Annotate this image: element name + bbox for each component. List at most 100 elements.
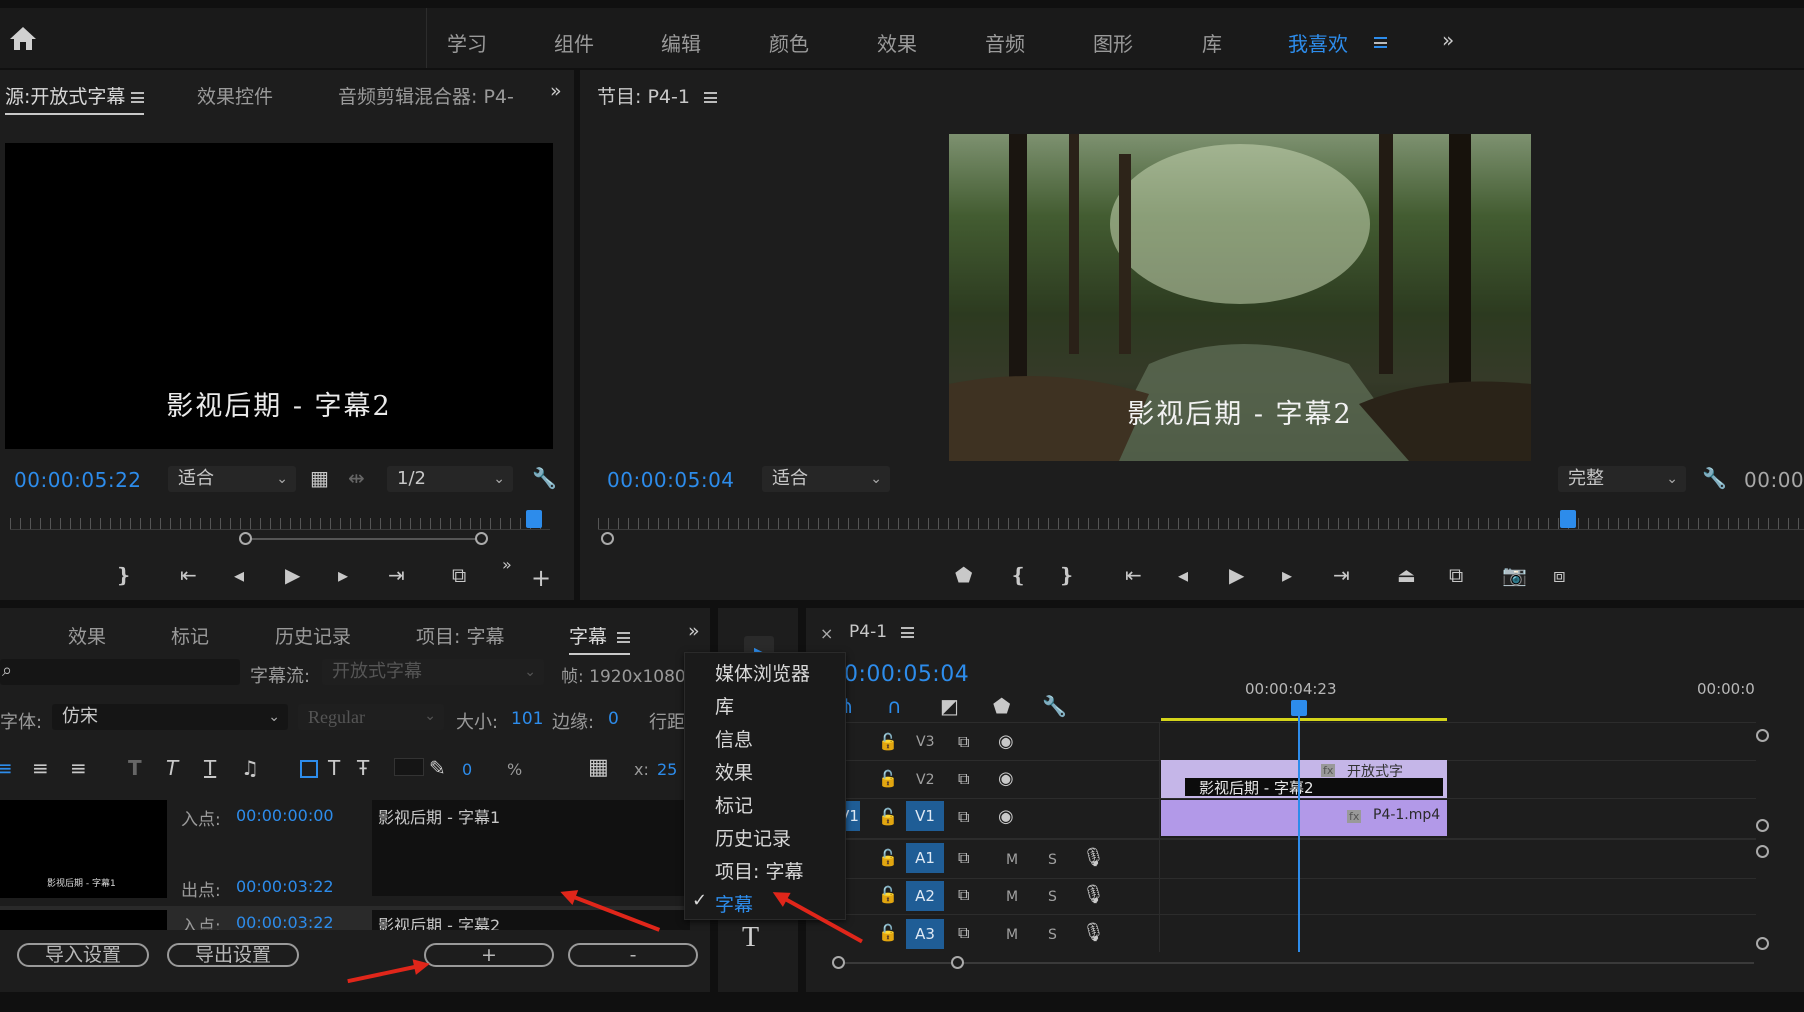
timeline-timecode[interactable]: 0:00:05:04 — [844, 662, 969, 687]
workspace-tab-color[interactable]: 颜色 — [769, 28, 809, 57]
timeline-playhead-head[interactable] — [1291, 700, 1307, 716]
background-color-swatch[interactable] — [300, 760, 318, 778]
add-caption-button[interactable]: + — [424, 943, 554, 967]
sync-lock-icon[interactable]: ⧉ — [958, 921, 969, 945]
step-back-icon[interactable]: ◂ — [1178, 563, 1188, 587]
workspace-tab-audio[interactable]: 音频 — [985, 28, 1025, 57]
add-marker-icon[interactable]: ⬟ — [993, 694, 1010, 718]
add-marker-icon[interactable]: ⬟ — [955, 563, 972, 587]
scroll-handle[interactable] — [951, 956, 964, 969]
workspace-tab-effects[interactable]: 效果 — [877, 28, 917, 57]
timeline-title[interactable]: P4-1 — [849, 622, 915, 642]
workspace-more-icon[interactable]: » — [1442, 28, 1454, 52]
mute-button[interactable]: M — [1006, 927, 1018, 943]
caption-in-time[interactable]: 00:00:03:22 — [236, 913, 334, 930]
eye-icon[interactable]: ◉ — [998, 805, 1014, 829]
lift-icon[interactable]: ⏏ — [1397, 563, 1416, 587]
source-zoom-select[interactable]: 适合 ⌄ — [168, 466, 296, 492]
program-time-ruler[interactable] — [598, 518, 1804, 530]
program-zoom-handle[interactable] — [601, 532, 614, 545]
menu-item-project[interactable]: 项目: 字幕 — [715, 857, 803, 884]
source-resolution-select[interactable]: 1/2 ⌄ — [387, 466, 513, 492]
tab-source[interactable]: 源:开放式字幕 — [5, 82, 145, 115]
menu-item-effects[interactable]: 效果 — [715, 758, 753, 785]
program-menu-icon[interactable] — [703, 92, 717, 103]
source-zoom-handle-left[interactable] — [239, 532, 252, 545]
timeline-menu-icon[interactable] — [901, 626, 915, 638]
source-time-ruler[interactable] — [10, 518, 550, 530]
wrench-icon[interactable]: 🔧 — [532, 466, 557, 490]
x-value[interactable]: 25 — [657, 760, 677, 779]
caption-out-time[interactable]: 00:00:03:22 — [236, 877, 334, 896]
track-label-v2[interactable]: V2 — [916, 772, 934, 788]
source-playhead[interactable] — [526, 510, 542, 528]
caption-in-time[interactable]: 00:00:00:00 — [236, 806, 334, 825]
camera-icon[interactable]: 📷 — [1502, 563, 1527, 587]
align-left-icon[interactable]: ≡ — [0, 756, 13, 780]
sync-lock-icon[interactable]: ⧉ — [958, 767, 969, 791]
home-icon[interactable] — [8, 24, 38, 52]
wrench-icon[interactable]: 🔧 — [1042, 694, 1067, 718]
eye-icon[interactable]: ◉ — [998, 767, 1014, 791]
extract-icon[interactable]: ⧉ — [1449, 563, 1463, 587]
lock-icon[interactable]: 🔓 — [878, 846, 898, 870]
workspace-tab-graphics[interactable]: 图形 — [1093, 28, 1133, 57]
close-icon[interactable]: × — [820, 624, 833, 643]
mark-in-icon[interactable]: ❴ — [1010, 563, 1027, 587]
video-clip[interactable]: fx P4-1.mp4 — [1161, 800, 1447, 836]
caption-text-field[interactable]: 影视后期 - 字幕2 — [372, 910, 690, 930]
track-target-a2[interactable]: A2 — [906, 881, 944, 911]
position-grid-icon[interactable]: ▦ — [588, 756, 609, 780]
step-forward-icon[interactable]: ▸ — [1282, 563, 1292, 587]
insert-icon[interactable]: ⧉ — [452, 563, 466, 587]
lock-icon[interactable]: 🔓 — [878, 767, 898, 791]
go-to-out-icon[interactable]: ⇥ — [1333, 563, 1350, 587]
lock-icon[interactable]: 🔓 — [878, 883, 898, 907]
menu-item-info[interactable]: 信息 — [715, 725, 753, 752]
menu-item-captions[interactable]: 字幕 — [715, 890, 753, 917]
underline-icon[interactable]: T — [204, 756, 216, 780]
export-settings-button[interactable]: 导出设置 — [167, 943, 299, 967]
step-back-icon[interactable]: ◂ — [234, 563, 244, 587]
program-playhead[interactable] — [1560, 510, 1576, 528]
microphone-icon[interactable]: 🎙 — [1082, 846, 1105, 870]
captions-more-icon[interactable]: » — [688, 620, 700, 642]
source-zoom-handle-right[interactable] — [475, 532, 488, 545]
sync-lock-icon[interactable]: ⧉ — [958, 846, 969, 870]
source-more-icon[interactable]: » — [550, 80, 562, 102]
workspace-tab-favorite[interactable]: 我喜欢 — [1288, 28, 1348, 57]
play-icon[interactable]: ▶ — [1229, 563, 1244, 587]
go-to-in-icon[interactable]: ⇤ — [180, 563, 197, 587]
mark-out-icon[interactable]: ❵ — [1058, 563, 1075, 587]
film-icon[interactable]: ▦ — [310, 466, 329, 490]
go-to-in-icon[interactable]: ⇤ — [1125, 563, 1142, 587]
sync-lock-icon[interactable]: ⧉ — [958, 805, 969, 829]
menu-item-media-browser[interactable]: 媒体浏览器 — [715, 659, 810, 686]
font-family-select[interactable]: 仿宋 ⌄ — [52, 704, 288, 730]
lock-icon[interactable]: 🔓 — [878, 805, 898, 829]
step-forward-icon[interactable]: ▸ — [338, 563, 348, 587]
sync-lock-icon[interactable]: ⧉ — [958, 730, 969, 754]
remove-caption-button[interactable]: - — [568, 943, 698, 967]
lock-icon[interactable]: 🔓 — [878, 921, 898, 945]
caption-text-field[interactable]: 影视后期 - 字幕1 — [372, 800, 690, 896]
tab-effect-controls[interactable]: 效果控件 — [197, 82, 273, 109]
solo-button[interactable]: S — [1048, 927, 1057, 943]
horizontal-scrollbar[interactable] — [838, 962, 1754, 964]
scroll-handle[interactable] — [1756, 845, 1769, 858]
microphone-icon[interactable]: 🎙 — [1082, 883, 1105, 907]
align-center-icon[interactable]: ≡ — [32, 756, 49, 780]
track-target-a3[interactable]: A3 — [906, 919, 944, 949]
menu-item-markers[interactable]: 标记 — [715, 791, 753, 818]
source-timecode[interactable]: 00:00:05:22 — [14, 468, 142, 492]
caption-clip[interactable]: fx 开放式字 影视后期 - 字幕2 — [1161, 760, 1447, 798]
scroll-handle[interactable] — [1756, 937, 1769, 950]
tab-markers[interactable]: 标记 — [171, 622, 209, 649]
wrench-icon[interactable]: 🔧 — [1702, 466, 1727, 490]
workspace-tab-learn[interactable]: 学习 — [447, 28, 487, 57]
color-swatch[interactable] — [394, 758, 424, 776]
mark-out-icon[interactable]: ❵ — [115, 563, 132, 587]
program-timecode-right[interactable]: 00:00: — [1744, 468, 1804, 492]
text-outline-icon[interactable]: Ŧ — [357, 756, 369, 780]
opacity-value[interactable]: 0 — [462, 760, 472, 779]
